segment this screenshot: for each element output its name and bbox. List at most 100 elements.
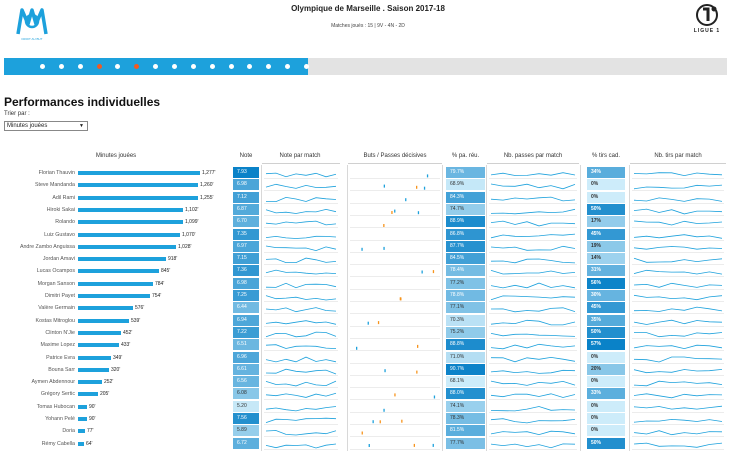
shots-sparkline bbox=[632, 229, 724, 240]
minutes-label: 252' bbox=[104, 379, 114, 386]
pass-pct-cell: 78.3% bbox=[446, 413, 485, 424]
player-name: Rolando bbox=[55, 219, 75, 226]
minutes-bar bbox=[78, 380, 102, 385]
note-sparkline bbox=[264, 229, 338, 240]
sort-label: Trier par : bbox=[4, 111, 30, 117]
sort-dropdown[interactable]: Minutes jouées ▼ bbox=[4, 121, 88, 131]
goals-assists-marks bbox=[350, 327, 440, 338]
minutes-label: 754' bbox=[152, 293, 162, 299]
minutes-label: 1,070' bbox=[182, 231, 196, 238]
minutes-label: 433' bbox=[121, 342, 131, 349]
player-name: Valère Germain bbox=[38, 305, 75, 312]
pass-pct-cell: 74.1% bbox=[446, 400, 485, 412]
match-dot[interactable] bbox=[172, 64, 177, 69]
shots-pct-cell: 0% bbox=[587, 376, 625, 388]
shots-pct-cell: 0% bbox=[587, 400, 625, 412]
passes-sparkline bbox=[489, 438, 577, 449]
match-dot[interactable] bbox=[247, 64, 253, 69]
match-dot[interactable] bbox=[77, 64, 83, 69]
pass-pct-cell: 68.1% bbox=[446, 376, 485, 388]
shots-pct-cell: 30% bbox=[587, 290, 625, 301]
minutes-label: 1,099' bbox=[185, 219, 199, 226]
note-sparkline bbox=[264, 302, 338, 313]
minutes-label: 205' bbox=[100, 391, 110, 398]
player-name: Morgan Sanson bbox=[37, 280, 75, 287]
pass-pct-cell: 84.3% bbox=[446, 191, 485, 203]
shots-pct-cell: 0% bbox=[587, 351, 625, 363]
table-row: Aymen Abdennour 252' 6.56 68.1% 0% bbox=[0, 376, 736, 389]
table-row: Doria 77' 5.89 81.5% 0% bbox=[0, 425, 736, 438]
note-sparkline bbox=[264, 204, 338, 215]
match-dot[interactable] bbox=[190, 64, 196, 69]
shots-sparkline bbox=[632, 192, 724, 203]
passes-sparkline bbox=[489, 376, 577, 387]
passes-sparkline bbox=[489, 413, 577, 424]
minutes-bar bbox=[78, 207, 183, 212]
note-cell: 7.56 bbox=[233, 413, 259, 424]
col-header-note: Note bbox=[239, 153, 253, 159]
minutes-label: 452' bbox=[123, 329, 133, 336]
minutes-bar bbox=[78, 257, 166, 262]
note-cell: 6.70 bbox=[233, 216, 259, 228]
minutes-label: 64' bbox=[86, 440, 93, 447]
shots-pct-cell: 0% bbox=[587, 191, 625, 203]
passes-sparkline bbox=[489, 216, 577, 227]
chevron-down-icon[interactable]: ▼ bbox=[79, 122, 84, 130]
shots-sparkline bbox=[632, 401, 724, 412]
player-name: Patrice Evra bbox=[46, 354, 75, 361]
match-dot[interactable] bbox=[209, 64, 215, 69]
match-dot[interactable] bbox=[228, 64, 234, 69]
shots-sparkline bbox=[632, 438, 724, 449]
match-dot[interactable] bbox=[285, 64, 291, 69]
match-dot[interactable] bbox=[304, 64, 309, 69]
minutes-bar bbox=[78, 429, 85, 434]
match-dot[interactable] bbox=[153, 64, 159, 69]
pass-pct-cell: 70.3% bbox=[446, 314, 485, 326]
match-dot[interactable] bbox=[58, 64, 64, 69]
row-divider bbox=[489, 448, 577, 450]
pass-pct-cell: 68.9% bbox=[446, 179, 485, 191]
note-cell: 6.98 bbox=[233, 179, 259, 191]
minutes-label: 1,102' bbox=[185, 206, 199, 213]
sort-dropdown-value: Minutes jouées bbox=[7, 123, 48, 129]
note-sparkline bbox=[264, 278, 338, 289]
minutes-bar bbox=[78, 195, 198, 200]
match-dot[interactable] bbox=[134, 64, 140, 69]
table-row: Jordan Amavi 918' 7.15 84.5% 14% bbox=[0, 253, 736, 266]
shots-sparkline bbox=[632, 302, 724, 313]
match-dot[interactable] bbox=[96, 64, 102, 69]
passes-sparkline bbox=[489, 388, 577, 399]
shots-sparkline bbox=[632, 253, 724, 264]
pass-pct-cell: 90.7% bbox=[446, 363, 485, 375]
match-dot[interactable] bbox=[266, 64, 272, 69]
header-divider bbox=[262, 163, 340, 164]
minutes-bar bbox=[78, 183, 198, 188]
table-row: Lucas Ocampos 845' 7.36 78.4% 31% bbox=[0, 265, 736, 278]
note-sparkline bbox=[264, 425, 338, 436]
goals-assists-marks bbox=[350, 278, 440, 289]
match-slider-dots[interactable] bbox=[4, 58, 309, 75]
note-sparkline bbox=[264, 401, 338, 412]
note-cell: 6.72 bbox=[233, 437, 259, 449]
player-name: Bouna Sarr bbox=[48, 366, 75, 373]
note-sparkline bbox=[264, 339, 338, 350]
shots-pct-cell: 35% bbox=[587, 314, 625, 326]
player-name: Dimitri Payet bbox=[44, 293, 75, 299]
player-name: Yohann Pelé bbox=[45, 416, 75, 422]
table-row: Tomas Hubocan 90' 5.20 74.1% 0% bbox=[0, 400, 736, 413]
shots-pct-cell: 57% bbox=[587, 339, 625, 351]
shots-pct-cell: 14% bbox=[587, 253, 625, 265]
passes-sparkline bbox=[489, 302, 577, 313]
league-name: LIGUE 1 bbox=[693, 28, 721, 34]
minutes-label: 90' bbox=[89, 403, 96, 410]
note-cell: 6.56 bbox=[233, 376, 259, 388]
shots-pct-cell: 34% bbox=[587, 167, 625, 178]
note-cell: 6.94 bbox=[233, 314, 259, 326]
passes-sparkline bbox=[489, 327, 577, 338]
player-name: Luiz Gustavo bbox=[44, 231, 75, 238]
match-dot[interactable] bbox=[115, 64, 121, 69]
player-name: Florian Thauvin bbox=[38, 170, 75, 176]
table-row: Adil Rami 1,255' 7.12 84.3% 0% bbox=[0, 191, 736, 204]
match-dot[interactable] bbox=[40, 64, 45, 69]
player-name: Lucas Ocampos bbox=[36, 268, 75, 275]
